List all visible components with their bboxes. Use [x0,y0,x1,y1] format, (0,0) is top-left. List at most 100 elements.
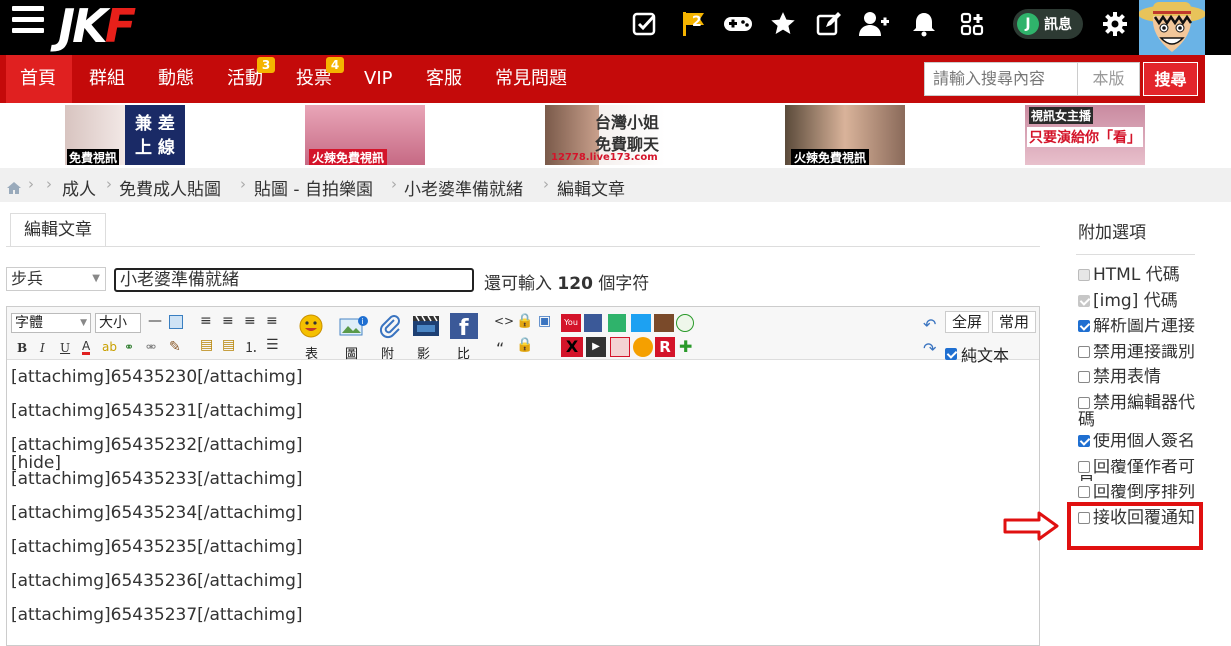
star-icon[interactable] [769,10,797,38]
checklist-icon[interactable] [631,10,659,38]
code-icon[interactable]: <> [494,314,514,328]
twitter-icon[interactable] [631,314,651,332]
option-use-signature[interactable]: 使用個人簽名 [1078,433,1198,455]
option-disable-smilies[interactable]: 禁用表情 [1078,369,1198,386]
home-icon[interactable] [7,179,21,198]
redo-icon[interactable]: ↷ [923,339,936,358]
rank-select[interactable]: 步兵 ▼ [6,267,106,291]
banner-ad[interactable]: 火辣免費視訊 [305,105,425,165]
site-logo[interactable]: JKF [58,3,136,49]
play-icon[interactable] [676,314,694,332]
option-parse-image-links[interactable]: 解析圖片連接 [1078,318,1198,338]
bold-icon[interactable]: B [17,341,27,355]
option-checkbox[interactable] [1078,346,1090,358]
image-icon[interactable]: i [339,315,369,341]
option-checkbox[interactable] [1078,371,1090,383]
bell-icon[interactable] [910,10,938,38]
option-disable-editor-code[interactable]: 禁用編輯器代碼 [1078,395,1198,429]
option-checkbox[interactable] [1078,486,1090,498]
font-select[interactable]: 字體 ▼ [11,313,91,333]
add-user-icon[interactable] [858,10,890,38]
xvideo-icon[interactable]: X [561,337,583,357]
search-button[interactable]: 搜尋 [1143,62,1198,96]
option-checkbox[interactable] [1078,269,1090,281]
align-right-icon[interactable]: ≡ [244,313,256,329]
flag-icon[interactable]: 2 [680,10,708,38]
messages-button[interactable]: J 訊息 [1013,9,1083,39]
link-icon[interactable]: ⚭ [124,340,134,354]
breadcrumb-item[interactable]: 成人 [62,175,96,200]
free-icon[interactable]: ▣ [538,313,551,329]
smiley-icon[interactable] [299,314,323,342]
nav-item-vip[interactable]: VIP [364,55,392,103]
plain-text-checkbox[interactable] [945,348,957,360]
option-disable-link-detect[interactable]: 禁用連接識別 [1078,344,1198,366]
unlink-icon[interactable]: ⚮ [146,340,156,354]
gamepad-icon[interactable] [723,10,753,38]
facebook-small-icon[interactable] [584,314,602,332]
edit-icon[interactable] [815,10,843,38]
r-icon[interactable]: R [655,337,675,357]
highlight-icon[interactable]: ab [102,340,117,354]
breadcrumb-item[interactable]: 貼圖 - 自拍樂園 [254,175,373,200]
unordered-list-icon[interactable]: ☰ [266,337,279,353]
option-checkbox[interactable] [1078,397,1090,409]
option-reply-author-only[interactable]: 回覆僅作者可見 [1078,459,1198,481]
banner-ad[interactable]: 視訊女主播 只要演給你「看」 [1025,105,1145,165]
plain-text-toggle[interactable]: 純文本 [945,342,1009,366]
tab-edit-post[interactable]: 編輯文章 [10,213,106,247]
menu-icon[interactable] [12,6,44,34]
instagram-icon[interactable] [654,314,674,332]
undo-icon[interactable]: ↶ [923,315,936,334]
search-scope-select[interactable]: 本版 [1078,62,1140,96]
puzzle-icon[interactable]: ✚ [679,337,697,357]
fullscreen-button[interactable]: 全屏 [945,311,989,333]
line-icon[interactable] [608,314,626,332]
nav-item-support[interactable]: 客服 [426,55,462,103]
clear-format-icon[interactable]: ✎ [169,339,181,355]
justify-icon[interactable]: ≡ [266,313,278,329]
youtube-icon[interactable]: You [561,314,581,332]
size-select[interactable]: 大小 [95,313,141,333]
apps-icon[interactable] [958,10,986,38]
float-right-icon[interactable]: ▤ [222,337,235,353]
option-checkbox[interactable] [1078,295,1090,307]
font-color-icon[interactable]: A [82,340,91,355]
nav-item-home[interactable]: 首頁 [6,55,72,103]
nav-item-faq[interactable]: 常見問題 [495,55,567,103]
avatar-square-icon[interactable] [610,337,630,357]
breadcrumb-item[interactable]: 免費成人貼圖 [119,175,221,200]
hide-icon[interactable]: 🔒 [516,313,533,329]
breadcrumb-item[interactable]: 小老婆準備就緒 [404,175,523,200]
gear-icon[interactable] [1101,10,1129,38]
option-img-code[interactable]: [img] 代碼 [1078,293,1198,310]
lock-icon[interactable]: 🔒 [516,337,533,353]
hr-icon[interactable]: — [148,313,162,329]
video-icon[interactable] [412,315,440,341]
common-button[interactable]: 常用 [992,311,1036,333]
ordered-list-icon[interactable]: ⒈ [244,337,258,357]
quote-icon[interactable]: “ [496,339,504,358]
table-icon[interactable] [169,315,183,329]
option-checkbox[interactable] [1078,320,1090,332]
align-center-icon[interactable]: ≡ [222,313,234,329]
nav-item-feed[interactable]: 動態 [158,55,194,103]
banner-ad[interactable]: 台灣小姐 免費聊天 12778.live173.com [545,105,665,165]
search-input[interactable]: 請輸入搜尋內容 [924,62,1078,96]
underline-icon[interactable]: U [60,341,70,355]
option-checkbox[interactable] [1078,461,1090,473]
facebook-icon[interactable]: f [450,313,478,343]
italic-icon[interactable]: I [40,341,45,355]
user-avatar[interactable] [1139,0,1205,55]
nav-item-groups[interactable]: 群組 [89,55,125,103]
title-input[interactable]: 小老婆準備就緒 [114,268,474,292]
option-checkbox[interactable] [1078,435,1090,447]
weibo-icon[interactable] [633,337,653,357]
media-play-icon[interactable]: ▶ [586,337,606,357]
float-left-icon[interactable]: ▤ [200,337,213,353]
align-left-icon[interactable]: ≡ [200,313,212,329]
option-html-code[interactable]: HTML 代碼 [1078,267,1198,284]
banner-ad[interactable]: 兼 差 上 線 免費視訊 [65,105,185,165]
banner-ad[interactable]: 火辣免費視訊 [785,105,905,165]
attachment-icon[interactable] [379,315,401,343]
